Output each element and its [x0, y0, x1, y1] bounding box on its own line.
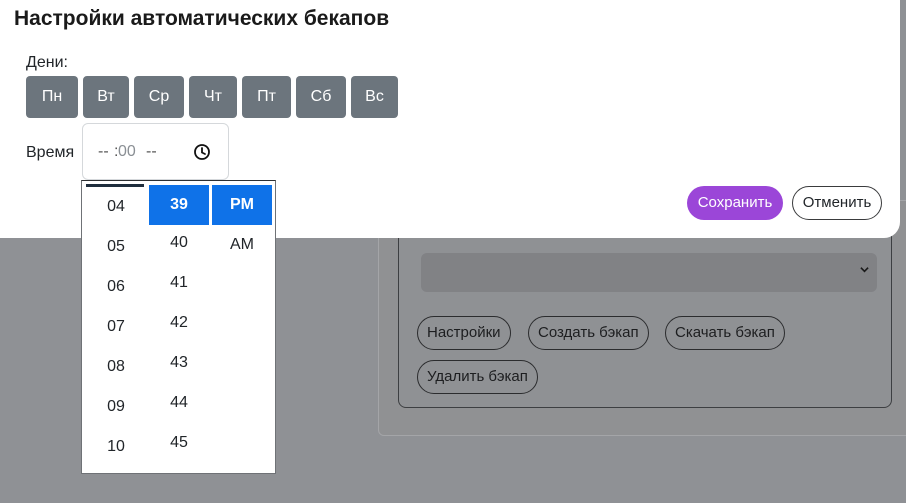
cancel-button[interactable]: Отменить	[792, 186, 882, 220]
days-label: Дени:	[26, 54, 68, 71]
minute-option[interactable]: 45	[149, 423, 209, 463]
period-option-selected[interactable]: PM	[212, 185, 272, 225]
day-button-mon[interactable]: Пн	[26, 76, 78, 118]
day-button-fri[interactable]: Пт	[242, 76, 291, 118]
time-label: Время	[26, 144, 75, 161]
modal-title: Настройки автоматических бекапов	[14, 7, 390, 30]
download-backup-button[interactable]: Скачать бэкап	[665, 316, 785, 350]
time-picker-dropdown: 04 05 06 07 08 09 10 39 40 41 42 43 44 4…	[81, 180, 276, 474]
clock-icon[interactable]	[193, 143, 211, 161]
hour-option[interactable]: 06	[86, 267, 146, 307]
hour-option[interactable]: 08	[86, 347, 146, 387]
minute-option[interactable]: 40	[149, 223, 209, 263]
chevron-down-icon	[860, 267, 869, 273]
day-button-sat[interactable]: Сб	[296, 76, 346, 118]
day-button-wed[interactable]: Ср	[134, 76, 184, 118]
save-button[interactable]: Сохранить	[687, 186, 783, 220]
hour-option[interactable]: 05	[86, 227, 146, 267]
delete-backup-button[interactable]: Удалить бэкап	[417, 360, 538, 394]
create-backup-button[interactable]: Создать бэкап	[528, 316, 649, 350]
time-minute-segment[interactable]: 00	[118, 143, 136, 161]
day-button-tue[interactable]: Вт	[83, 76, 129, 118]
time-input[interactable]: -- : 00 --	[82, 123, 229, 180]
day-button-sun[interactable]: Вс	[351, 76, 398, 118]
minute-option[interactable]: 43	[149, 343, 209, 383]
minute-option-selected[interactable]: 39	[149, 185, 209, 225]
day-button-thu[interactable]: Чт	[189, 76, 237, 118]
hour-option[interactable]: 09	[86, 387, 146, 427]
hour-option[interactable]: 04	[86, 187, 146, 227]
time-hour-segment[interactable]: --	[98, 143, 109, 161]
settings-button[interactable]: Настройки	[417, 316, 511, 350]
period-option[interactable]: AM	[212, 225, 272, 265]
minute-option[interactable]: 44	[149, 383, 209, 423]
hour-option[interactable]: 10	[86, 427, 146, 467]
hour-option[interactable]: 07	[86, 307, 146, 347]
time-ampm-segment[interactable]: --	[146, 143, 157, 161]
backup-select[interactable]	[421, 253, 877, 292]
minute-option[interactable]: 41	[149, 263, 209, 303]
minute-option[interactable]: 42	[149, 303, 209, 343]
